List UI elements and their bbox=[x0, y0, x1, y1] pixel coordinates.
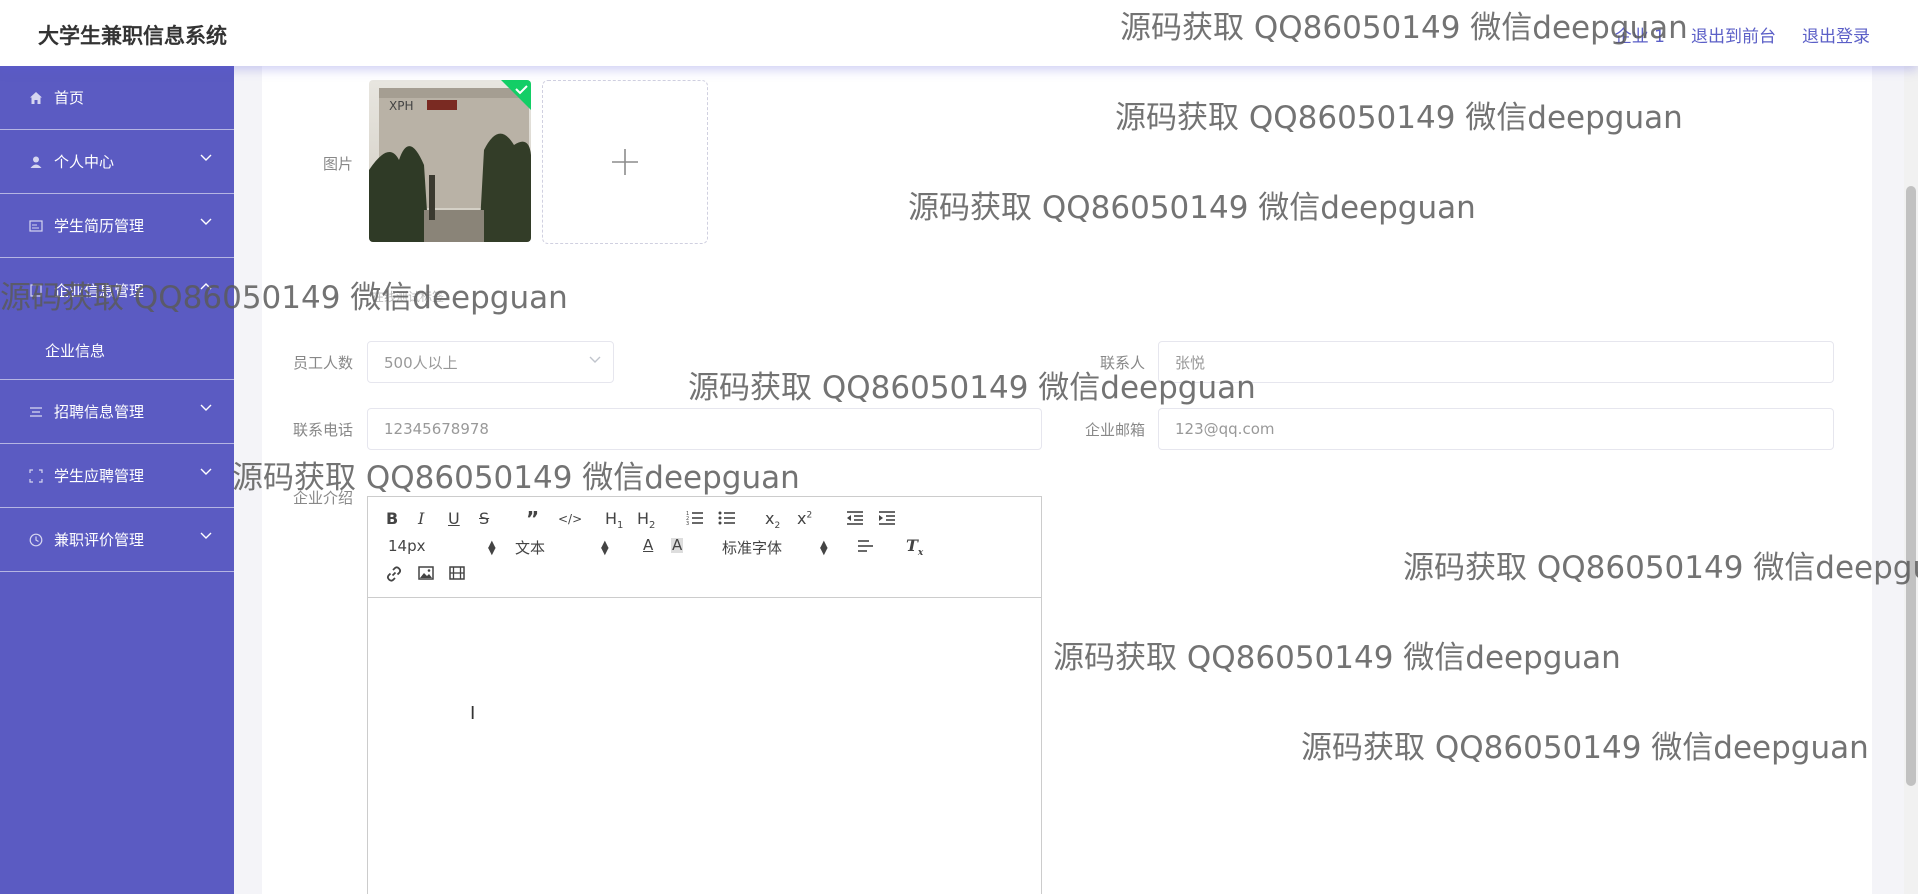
code-block-button[interactable]: </> bbox=[558, 513, 582, 525]
sidebar-subitem-company-info[interactable]: 企业信息 bbox=[0, 322, 234, 380]
email-label: 企业邮箱 bbox=[1084, 421, 1145, 439]
intro-label: 企业介绍 bbox=[292, 489, 353, 507]
image-label: 图片 bbox=[322, 155, 353, 173]
chevron-down-icon bbox=[589, 356, 601, 363]
indent-icon[interactable] bbox=[878, 510, 896, 529]
text-cursor-icon: I bbox=[470, 703, 476, 724]
phone-label: 联系电话 bbox=[292, 421, 353, 439]
link-icon[interactable] bbox=[386, 566, 402, 585]
contact-value: 张悦 bbox=[1175, 353, 1206, 372]
h2-button[interactable]: H2 bbox=[637, 510, 655, 531]
video-insert-icon[interactable] bbox=[449, 566, 465, 583]
sidebar-item-label: 学生简历管理 bbox=[54, 217, 145, 235]
sidebar: 首页 个人中心 学生简历管理 企业信息管理 企业信息 招聘信息管理 学生应聘管理… bbox=[0, 66, 234, 894]
editor-toolbar: B I U S ” </> H1 H2 123 x2 x2 14px ▲ ▼ 文本… bbox=[368, 497, 1041, 598]
sidebar-item-applications[interactable]: 学生应聘管理 bbox=[0, 444, 234, 508]
blockquote-button[interactable]: ” bbox=[526, 509, 539, 529]
top-header: 大学生兼职信息系统 企业 1 退出到前台 退出登录 bbox=[0, 0, 1918, 66]
app-title: 大学生兼职信息系统 bbox=[38, 24, 227, 48]
sidebar-item-resume[interactable]: 学生简历管理 bbox=[0, 194, 234, 258]
bullet-list-icon[interactable] bbox=[718, 510, 736, 529]
employees-select[interactable]: 500人以上 bbox=[367, 341, 614, 383]
company-image-thumbnail[interactable]: XPH bbox=[369, 80, 531, 242]
contact-label: 联系人 bbox=[1099, 354, 1145, 372]
email-value: 123@qq.com bbox=[1175, 420, 1275, 438]
company-icon bbox=[28, 282, 44, 298]
sidebar-item-home[interactable]: 首页 bbox=[0, 66, 234, 130]
sidebar-item-label: 学生应聘管理 bbox=[54, 467, 145, 485]
text-style-select[interactable]: 文本 ▲ ▼ bbox=[515, 537, 615, 558]
svg-text:XPH: XPH bbox=[389, 99, 413, 113]
clock-icon bbox=[28, 532, 44, 548]
image-upload-button[interactable] bbox=[542, 80, 708, 244]
user-icon bbox=[28, 154, 44, 170]
exit-to-front-link[interactable]: 退出到前台 bbox=[1691, 22, 1776, 47]
ordered-list-icon[interactable]: 123 bbox=[686, 510, 704, 529]
intro-editor: B I U S ” </> H1 H2 123 x2 x2 14px ▲ ▼ 文本… bbox=[367, 496, 1042, 894]
contact-input[interactable]: 张悦 bbox=[1158, 341, 1834, 383]
phone-input[interactable]: 12345678978 bbox=[367, 408, 1042, 450]
sidebar-item-label: 招聘信息管理 bbox=[54, 403, 145, 421]
clear-format-button[interactable]: Tx bbox=[906, 537, 923, 558]
strike-button[interactable]: S bbox=[479, 511, 489, 527]
sidebar-item-company[interactable]: 企业信息管理 bbox=[0, 258, 234, 322]
employees-value: 500人以上 bbox=[384, 353, 458, 372]
bold-button[interactable]: B bbox=[386, 511, 398, 527]
resume-icon bbox=[28, 218, 44, 234]
sidebar-item-label: 兼职评价管理 bbox=[54, 531, 145, 549]
plus-icon bbox=[612, 149, 638, 175]
subscript-button[interactable]: x2 bbox=[765, 510, 780, 531]
sidebar-item-label: 个人中心 bbox=[54, 153, 115, 171]
check-corner-icon bbox=[501, 80, 531, 110]
sidebar-item-evaluations[interactable]: 兼职评价管理 bbox=[0, 508, 234, 572]
background-color-button[interactable]: A bbox=[671, 538, 684, 553]
header-actions: 企业 1 退出到前台 退出登录 bbox=[1615, 22, 1870, 47]
chevron-down-icon bbox=[200, 468, 212, 475]
chevron-down-icon bbox=[200, 404, 212, 411]
editor-content-area[interactable] bbox=[368, 598, 1041, 894]
chevron-down-icon bbox=[200, 532, 212, 539]
phone-value: 12345678978 bbox=[384, 420, 489, 438]
sidebar-item-label: 企业信息管理 bbox=[54, 281, 145, 300]
employees-label: 员工人数 bbox=[292, 354, 353, 372]
home-icon bbox=[28, 90, 44, 106]
sidebar-subitem-label: 企业信息 bbox=[45, 342, 106, 360]
scrollbar-thumb[interactable] bbox=[1906, 186, 1916, 786]
align-icon[interactable] bbox=[857, 539, 875, 556]
application-icon bbox=[28, 468, 44, 484]
outdent-icon[interactable] bbox=[846, 510, 864, 529]
font-color-button[interactable]: A bbox=[643, 538, 653, 553]
chevron-down-icon bbox=[200, 218, 212, 225]
underline-button[interactable]: U bbox=[448, 511, 460, 527]
font-size-select[interactable]: 14px ▲ ▼ bbox=[388, 537, 496, 557]
hidden-field-text: 在线测试标签 bbox=[372, 290, 445, 304]
image-insert-icon[interactable] bbox=[418, 566, 434, 583]
font-family-select[interactable]: 标准字体 ▲ ▼ bbox=[722, 537, 832, 558]
logout-link[interactable]: 退出登录 bbox=[1802, 22, 1870, 47]
page-scrollbar[interactable] bbox=[1904, 66, 1918, 894]
italic-button[interactable]: I bbox=[418, 511, 424, 527]
h1-button[interactable]: H1 bbox=[605, 510, 623, 531]
superscript-button[interactable]: x2 bbox=[797, 511, 812, 527]
sidebar-item-label: 首页 bbox=[54, 89, 85, 107]
sidebar-item-personal-center[interactable]: 个人中心 bbox=[0, 130, 234, 194]
user-label: 企业 1 bbox=[1614, 27, 1665, 47]
email-input[interactable]: 123@qq.com bbox=[1158, 408, 1834, 450]
sidebar-item-recruitment[interactable]: 招聘信息管理 bbox=[0, 380, 234, 444]
svg-text:3: 3 bbox=[686, 521, 689, 526]
chevron-up-icon bbox=[200, 283, 212, 290]
list-icon bbox=[28, 404, 44, 420]
chevron-down-icon bbox=[200, 154, 212, 161]
